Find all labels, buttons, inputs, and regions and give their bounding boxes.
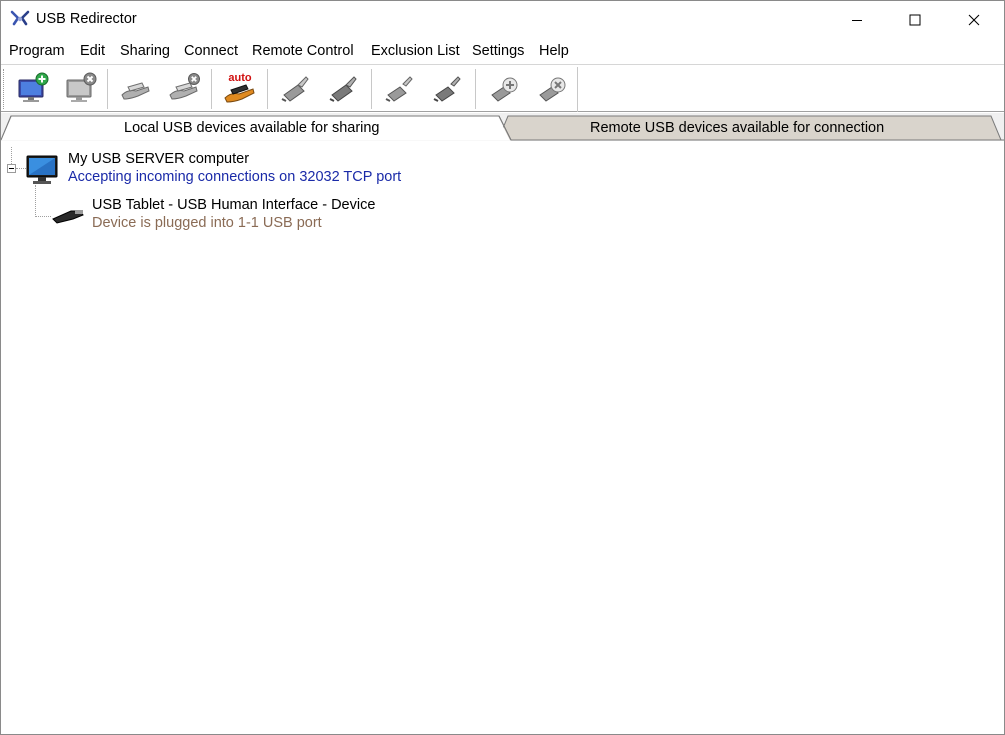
title-bar: USB Redirector	[1, 1, 1004, 39]
add-remote-button[interactable]	[484, 69, 524, 109]
menu-remote-control[interactable]: Remote Control	[252, 43, 354, 59]
menu-bar: Program Edit Sharing Connect Remote Cont…	[1, 39, 1004, 63]
remove-remote-icon	[539, 77, 566, 102]
tree-connector	[16, 168, 26, 169]
toolbar-separator	[371, 69, 373, 109]
tab-remote-usb-devices[interactable]: Remote USB devices available for connect…	[590, 120, 884, 136]
server-node-title[interactable]: My USB SERVER computer	[68, 151, 249, 167]
share-device-icon	[121, 82, 150, 100]
server-computer-icon	[26, 155, 58, 184]
device-node-title[interactable]: USB Tablet - USB Human Interface - Devic…	[92, 197, 375, 213]
tab-local-usb-devices[interactable]: Local USB devices available for sharing	[124, 120, 380, 136]
toolbar-grip[interactable]	[3, 69, 6, 109]
menu-edit[interactable]: Edit	[80, 43, 105, 59]
app-window: USB Redirector Program Edit Sharing Conn…	[0, 0, 1005, 735]
connect-plug-icon	[281, 76, 309, 102]
auto-share-icon: auto	[224, 72, 255, 103]
toolbar-separator	[211, 69, 213, 109]
auto-label: auto	[228, 72, 252, 84]
remove-computer-icon	[66, 72, 97, 102]
disconnect-alt-button[interactable]	[428, 69, 468, 109]
auto-share-button[interactable]: auto	[220, 69, 260, 109]
add-remote-icon	[491, 77, 518, 102]
minimize-icon	[852, 20, 862, 21]
toolbar-separator	[475, 69, 477, 109]
disconnect-button[interactable]	[380, 69, 420, 109]
toolbar-end-divider	[577, 67, 578, 112]
usb-redirector-app-icon	[10, 10, 30, 26]
device-tree: My USB SERVER computer Accepting incomin…	[1, 141, 1004, 734]
maximize-button[interactable]	[892, 1, 938, 39]
unshare-device-button[interactable]	[164, 69, 204, 109]
device-node-status: Device is plugged into 1-1 USB port	[92, 215, 322, 231]
toolbar-separator	[267, 69, 269, 109]
minimize-button[interactable]	[834, 1, 880, 39]
disconnect-plug-alt-icon	[433, 76, 461, 102]
tree-connector	[35, 216, 51, 217]
menu-program[interactable]: Program	[9, 43, 65, 59]
toolbar-separator	[107, 69, 109, 109]
unshare-device-icon	[169, 73, 200, 100]
connect-button[interactable]	[276, 69, 316, 109]
disconnect-plug-icon	[385, 76, 413, 102]
tree-connector	[11, 147, 12, 164]
usb-device-icon	[52, 210, 84, 224]
connect-plug-alt-icon	[329, 76, 357, 102]
tab-strip: Local USB devices available for sharing …	[1, 113, 1004, 141]
tree-connector	[35, 185, 36, 217]
menu-help[interactable]: Help	[539, 43, 569, 59]
maximize-icon	[909, 14, 921, 26]
menu-connect[interactable]: Connect	[184, 43, 238, 59]
menu-sharing[interactable]: Sharing	[120, 43, 170, 59]
remove-remote-button[interactable]	[532, 69, 572, 109]
menu-exclusion-list[interactable]: Exclusion List	[371, 43, 460, 59]
collapse-toggle[interactable]	[7, 164, 16, 173]
share-device-button[interactable]	[116, 69, 156, 109]
close-icon	[968, 14, 980, 26]
menu-settings[interactable]: Settings	[472, 43, 524, 59]
add-computer-icon	[18, 72, 49, 102]
add-server-button[interactable]	[13, 69, 53, 109]
server-node-status: Accepting incoming connections on 32032 …	[68, 169, 402, 185]
toolbar: auto	[1, 64, 1004, 112]
close-button[interactable]	[951, 1, 997, 39]
connect-alt-button[interactable]	[324, 69, 364, 109]
window-title: USB Redirector	[36, 11, 137, 27]
remove-server-button[interactable]	[61, 69, 101, 109]
